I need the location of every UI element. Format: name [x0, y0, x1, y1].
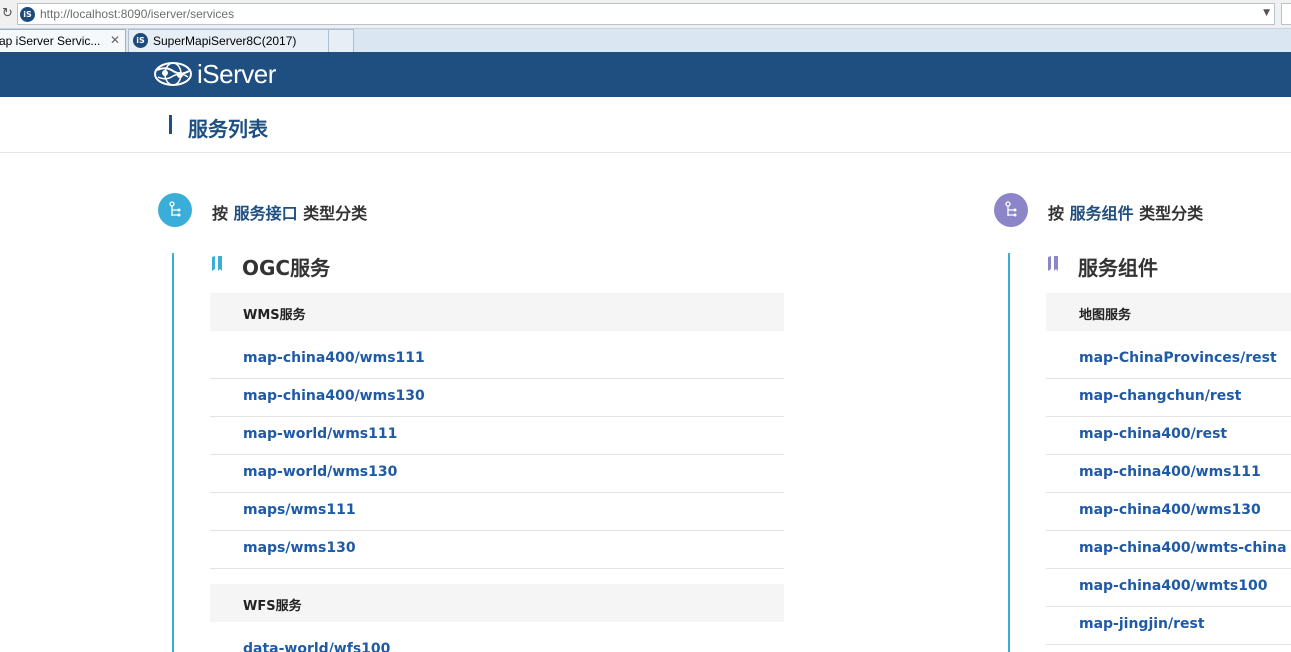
heading-keyword: 服务组件: [1069, 204, 1134, 223]
chevron-down-icon[interactable]: ▼: [1263, 8, 1270, 18]
service-link[interactable]: maps/wms130: [243, 540, 356, 556]
heading-suffix: 类型分类: [297, 204, 368, 223]
list-item: map-ChinaProvinces/rest: [1046, 341, 1291, 379]
tab-supermap-iserver[interactable]: iS SuperMapiServer8C(2017): [128, 29, 354, 52]
list-item: map-china400/wms130: [210, 379, 784, 417]
group-header-map: 地图服务: [1046, 293, 1291, 331]
service-link[interactable]: map-world/wms130: [243, 464, 397, 480]
list-item: map-china400/wms130: [1046, 493, 1291, 531]
left-column-heading: 按 服务接口 类型分类: [212, 200, 367, 224]
bookmark-icon: [212, 256, 222, 271]
service-link[interactable]: map-china400/rest: [1079, 426, 1227, 442]
tab-label: SuperMapiServer8C(2017): [153, 34, 297, 48]
site-favicon-icon: iS: [133, 33, 148, 48]
service-link[interactable]: data-world/wfs100: [243, 641, 390, 652]
list-item: map-china400/wms111: [210, 341, 784, 379]
right-column-timeline: [1008, 253, 1010, 652]
title-accent-bar: [169, 115, 172, 134]
group-header-wfs: WFS服务: [210, 584, 784, 622]
logo-text: iServer: [197, 59, 276, 89]
page-title: 服务列表: [188, 117, 268, 141]
service-link[interactable]: map-china400/wmts-china: [1079, 540, 1287, 556]
browser-address-bar: ↻ iS http://localhost:8090/iserver/servi…: [0, 0, 1291, 29]
heading-suffix: 类型分类: [1133, 204, 1204, 223]
list-item: map-world/wms111: [210, 417, 784, 455]
list-item: map-china400/wmts-china: [1046, 531, 1291, 569]
service-link[interactable]: map-jingjin/rest: [1079, 616, 1205, 632]
list-item: maps/wms130: [210, 531, 784, 569]
new-tab-button[interactable]: [328, 29, 354, 52]
url-text[interactable]: http://localhost:8090/iserver/services: [40, 7, 234, 21]
list-item: data-world/wfs100: [210, 632, 784, 652]
service-link[interactable]: map-china400/wms111: [1079, 464, 1261, 480]
list-item: map-jingjin/rest: [1046, 607, 1291, 645]
search-box[interactable]: [1281, 3, 1291, 25]
left-column-timeline: [172, 253, 174, 652]
site-header: iServer: [0, 52, 1291, 97]
group-header-wms: WMS服务: [210, 293, 784, 331]
service-link[interactable]: map-china400/wms111: [243, 350, 425, 366]
service-link[interactable]: map-changchun/rest: [1079, 388, 1241, 404]
service-component-icon: [994, 193, 1028, 227]
section-title: 服务组件: [1078, 256, 1158, 280]
heading-prefix: 按: [1048, 204, 1070, 223]
service-link[interactable]: map-china400/wmts100: [1079, 578, 1267, 594]
service-link[interactable]: maps/wms111: [243, 502, 356, 518]
page-title-bar: 服务列表: [0, 97, 1291, 153]
service-link[interactable]: map-china400/wms130: [243, 388, 425, 404]
right-column-heading: 按 服务组件 类型分类: [1048, 200, 1203, 224]
tab-label: ap iServer Servic...: [0, 34, 101, 48]
list-item: map-changchun/rest: [1046, 379, 1291, 417]
service-link[interactable]: map-world/wms111: [243, 426, 397, 442]
group-name: WFS服务: [243, 599, 302, 614]
bookmark-icon: [1048, 256, 1058, 271]
heading-prefix: 按: [212, 204, 234, 223]
group-name: 地图服务: [1079, 308, 1132, 323]
section-title: OGC服务: [242, 256, 331, 280]
list-item: map-world/wms130: [210, 455, 784, 493]
list-item: maps/wms111: [210, 493, 784, 531]
list-item: map-china400/rest: [1046, 417, 1291, 455]
group-name: WMS服务: [243, 308, 306, 323]
heading-keyword: 服务接口: [233, 204, 298, 223]
url-field[interactable]: iS http://localhost:8090/iserver/service…: [17, 3, 1275, 25]
refresh-icon[interactable]: ↻: [2, 6, 16, 22]
close-icon[interactable]: ✕: [110, 33, 120, 47]
service-interface-icon: [158, 193, 192, 227]
service-link[interactable]: map-ChinaProvinces/rest: [1079, 350, 1277, 366]
site-favicon-icon: iS: [20, 7, 35, 22]
globe-logo-icon: [154, 62, 192, 86]
browser-tab-strip: ap iServer Servic... ✕ iS SuperMapiServe…: [0, 29, 1291, 52]
list-item: map-china400/wms111: [1046, 455, 1291, 493]
tab-iserver-services[interactable]: ap iServer Servic... ✕: [0, 29, 126, 52]
list-item: map-china400/wmts100: [1046, 569, 1291, 607]
service-link[interactable]: map-china400/wms130: [1079, 502, 1261, 518]
